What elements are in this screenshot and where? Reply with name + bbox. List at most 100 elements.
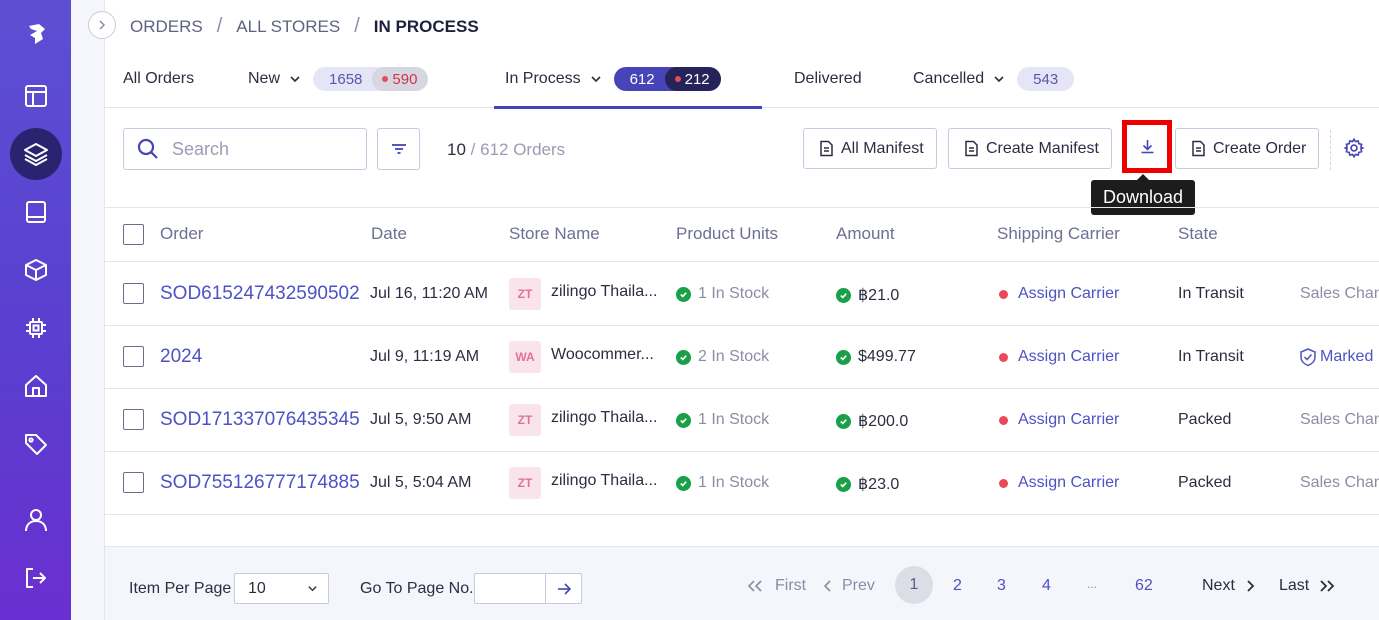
store-avatar: ZT	[509, 467, 541, 499]
home-icon[interactable]	[10, 360, 61, 411]
logout-icon[interactable]	[10, 552, 61, 603]
logo-icon[interactable]	[10, 8, 61, 59]
select-all-checkbox[interactable]	[123, 224, 144, 245]
breadcrumb: ORDERS / ALL STORES / IN PROCESS	[130, 15, 479, 38]
button-label: Create Order	[1213, 139, 1307, 157]
page-4[interactable]: 4	[1042, 577, 1051, 595]
goto-page-label: Go To Page No.	[360, 580, 474, 597]
store-name: zilingo Thaila...	[551, 472, 658, 489]
table-row[interactable]: SOD171337076435345 Jul 5, 9:50 AM ZT ziling…	[105, 389, 1379, 452]
active-tab-indicator	[494, 106, 762, 109]
page-2[interactable]: 2	[953, 577, 962, 595]
table-row[interactable]: SOD615247432590502 Jul 16, 11:20 AM ZT zili…	[105, 263, 1379, 326]
user-icon[interactable]	[10, 494, 61, 545]
chevron-down-icon[interactable]	[590, 73, 602, 85]
assign-carrier-link[interactable]: Assign Carrier	[999, 348, 1119, 366]
order-id-link[interactable]: 2024	[160, 346, 202, 368]
tab-delivered[interactable]: Delivered	[794, 50, 862, 108]
book-icon[interactable]	[10, 186, 61, 237]
box-icon[interactable]	[10, 244, 61, 295]
sidebar	[0, 0, 71, 620]
tab-in-process[interactable]: In Process 612 212	[505, 50, 721, 108]
store-name: zilingo Thaila...	[551, 283, 658, 300]
row-checkbox[interactable]	[123, 283, 144, 304]
order-date: Jul 5, 9:50 AM	[370, 411, 472, 428]
assign-carrier-link[interactable]: Assign Carrier	[999, 285, 1119, 303]
chevron-right-icon	[1247, 580, 1255, 592]
column-header-amount[interactable]: Amount	[836, 224, 895, 244]
new-count: 590	[372, 67, 429, 91]
total-count: 612	[629, 70, 655, 88]
chip-icon[interactable]	[10, 302, 61, 353]
column-header-units[interactable]: Product Units	[676, 224, 778, 244]
prev-label: Prev	[842, 577, 875, 594]
order-amount: $499.77	[836, 348, 916, 366]
tab-label: All Orders	[123, 70, 195, 87]
column-header-order[interactable]: Order	[160, 224, 203, 244]
first-page-button[interactable]: First	[746, 577, 806, 595]
expand-sidebar-button[interactable]	[88, 11, 116, 39]
tab-all-orders[interactable]: All Orders	[123, 50, 194, 108]
table-row[interactable]: 2024 Jul 9, 11:19 AM WA Woocommer... 2 In St…	[105, 326, 1379, 389]
page-62[interactable]: 62	[1135, 577, 1153, 595]
last-page-button[interactable]: Last	[1279, 577, 1336, 595]
column-header-carrier[interactable]: Shipping Carrier	[997, 224, 1120, 244]
all-manifest-button[interactable]: All Manifest	[803, 128, 937, 169]
next-page-button[interactable]: Next	[1202, 577, 1256, 595]
check-circle-icon	[676, 412, 691, 428]
store-name: zilingo Thaila...	[551, 409, 658, 426]
orders-layers-icon[interactable]	[10, 128, 62, 180]
order-state: Packed	[1178, 411, 1232, 428]
status-dot	[999, 478, 1008, 488]
tab-new[interactable]: New 1658 590	[248, 50, 429, 108]
search-input[interactable]	[172, 138, 352, 160]
table-row[interactable]: SOD755126777174885 Jul 5, 5:04 AM ZT ziling…	[105, 452, 1379, 515]
dashboard-icon[interactable]	[10, 70, 61, 121]
breadcrumb-all-stores[interactable]: ALL STORES	[236, 17, 340, 37]
page-1[interactable]: 1	[895, 566, 933, 604]
double-chevron-right-icon	[1320, 580, 1335, 592]
new-count: 212	[664, 67, 721, 91]
tag-icon[interactable]	[10, 418, 61, 469]
assign-carrier-link[interactable]: Assign Carrier	[999, 411, 1119, 429]
row-checkbox[interactable]	[123, 472, 144, 493]
chevron-left-icon	[823, 580, 831, 592]
filter-button[interactable]	[377, 128, 420, 170]
prev-page-button[interactable]: Prev	[822, 577, 875, 595]
order-state: In Transit	[1178, 285, 1244, 302]
store-avatar: ZT	[509, 278, 541, 310]
create-manifest-button[interactable]: Create Manifest	[948, 128, 1112, 169]
document-icon	[965, 140, 978, 157]
download-button[interactable]	[1122, 120, 1172, 173]
sales-channel: Sales Chan	[1300, 411, 1379, 428]
column-header-state[interactable]: State	[1178, 224, 1218, 244]
channel-marked[interactable]: Marked	[1298, 347, 1373, 367]
assign-carrier-link[interactable]: Assign Carrier	[999, 474, 1119, 492]
tab-cancelled[interactable]: Cancelled 543	[913, 50, 1075, 108]
page-ellipsis: ...	[1087, 577, 1098, 591]
button-label: Create Manifest	[986, 139, 1099, 157]
item-per-page-select[interactable]: 10	[234, 573, 329, 604]
order-amount: ฿200.0	[836, 411, 908, 431]
create-order-button[interactable]: Create Order	[1175, 128, 1320, 169]
column-header-date[interactable]: Date	[371, 224, 407, 244]
row-checkbox[interactable]	[123, 409, 144, 430]
breadcrumb-orders[interactable]: ORDERS	[130, 17, 203, 37]
column-header-store[interactable]: Store Name	[509, 224, 600, 244]
chevron-down-icon[interactable]	[993, 73, 1005, 85]
chevron-down-icon[interactable]	[289, 73, 301, 85]
check-circle-icon	[676, 349, 691, 365]
goto-page-button[interactable]	[546, 574, 581, 603]
product-units: 2 In Stock	[676, 348, 769, 366]
page-3[interactable]: 3	[997, 577, 1006, 595]
order-date: Jul 9, 11:19 AM	[370, 348, 480, 365]
gear-icon[interactable]	[1343, 137, 1365, 159]
order-id-link[interactable]: SOD755126777174885	[160, 472, 360, 494]
order-id-link[interactable]: SOD615247432590502	[160, 283, 360, 305]
goto-page-input[interactable]	[475, 574, 546, 603]
row-checkbox[interactable]	[123, 346, 144, 367]
order-id-link[interactable]: SOD171337076435345	[160, 409, 360, 431]
select-value: 10	[248, 579, 266, 597]
toolbar-divider	[1330, 130, 1331, 170]
search-box[interactable]	[123, 128, 367, 170]
